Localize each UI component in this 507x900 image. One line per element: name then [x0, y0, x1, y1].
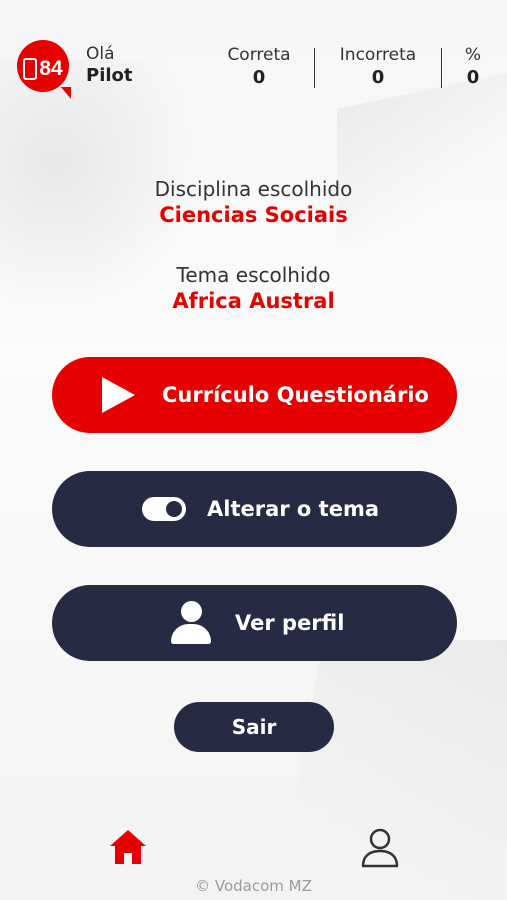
theme-label: Tema escolhido: [176, 263, 331, 287]
toggle-icon: [142, 497, 186, 521]
quiz-button-label: Currículo Questionário: [162, 383, 429, 407]
stat-incorrect: Incorreta 0: [336, 44, 420, 89]
greeting-text: Olá: [86, 44, 115, 64]
stat-label: Incorreta: [339, 45, 417, 65]
discipline-label: Disciplina escolhido: [154, 177, 353, 201]
discipline-info: Disciplina escolhido Ciencias Sociais: [0, 177, 507, 227]
greeting: Olá Pilot: [86, 44, 133, 88]
change-theme-button[interactable]: Alterar o tema: [52, 471, 457, 547]
stat-label: Correta: [227, 45, 291, 65]
footer-copyright: © Vodacom MZ: [195, 877, 312, 895]
stat-correct: Correta 0: [225, 44, 293, 89]
stat-divider: [441, 48, 442, 88]
background: [0, 0, 507, 900]
profile-button-label: Ver perfil: [235, 611, 345, 635]
logo-number: 84: [39, 57, 63, 80]
nav-home[interactable]: [107, 826, 149, 868]
profile-button[interactable]: Ver perfil: [52, 585, 457, 661]
user-outline-icon: [361, 828, 399, 868]
stat-percent: % 0: [458, 44, 488, 89]
phone-icon: [23, 58, 38, 80]
stat-value: 0: [371, 67, 385, 89]
header: 84 Olá Pilot Correta 0 Incorreta 0 % 0: [0, 0, 507, 110]
theme-value: Africa Austral: [172, 289, 335, 313]
theme-info: Tema escolhido Africa Austral: [0, 263, 507, 313]
stat-value: 0: [252, 67, 266, 89]
quiz-button[interactable]: Currículo Questionário: [52, 357, 457, 433]
play-icon: [98, 377, 138, 413]
nav-profile[interactable]: [358, 826, 402, 870]
stat-divider: [314, 48, 315, 88]
discipline-value: Ciencias Sociais: [159, 203, 348, 227]
home-icon: [110, 830, 146, 864]
person-icon: [171, 601, 211, 645]
stat-label: %: [464, 45, 482, 65]
app-logo: 84: [17, 40, 71, 99]
logout-button[interactable]: Sair: [174, 702, 334, 752]
change-theme-label: Alterar o tema: [207, 497, 379, 521]
user-name: Pilot: [86, 65, 133, 87]
stat-value: 0: [466, 67, 480, 89]
